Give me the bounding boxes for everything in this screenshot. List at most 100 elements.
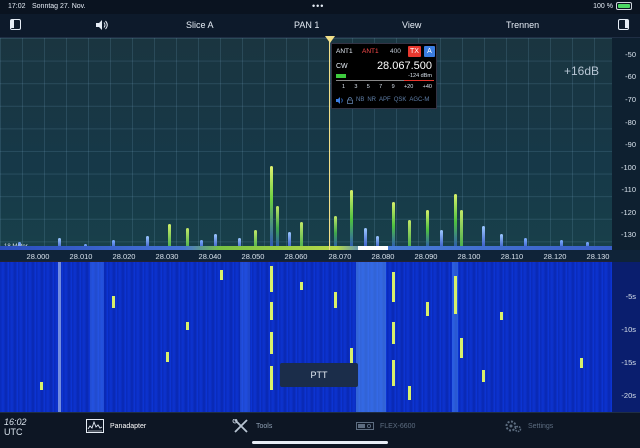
- waterfall-dash: [270, 302, 273, 320]
- flag-qsk[interactable]: QSK: [394, 97, 407, 104]
- db-tick: -60: [625, 72, 636, 81]
- waterfall-dash: [270, 266, 273, 292]
- db-tick: -80: [625, 118, 636, 127]
- freq-tick: 28.060: [284, 252, 308, 261]
- time-tick: -10s: [621, 325, 636, 334]
- tab-panadapter[interactable]: Panadapter: [86, 419, 146, 433]
- slice-letter-badge[interactable]: A: [424, 46, 435, 57]
- freq-tick: 28.100: [457, 252, 481, 261]
- freq-tick: 28.020: [112, 252, 136, 261]
- status-bar: 17:02 Sonntag 27. Nov. ••• 100 %: [0, 0, 640, 14]
- status-right: 100 %: [593, 2, 632, 10]
- waterfall-dash: [392, 322, 395, 344]
- tab-label: Settings: [528, 422, 554, 430]
- pan-menu[interactable]: PAN 1: [294, 20, 319, 30]
- ptt-button[interactable]: PTT: [280, 363, 358, 387]
- panadapter-spectrum[interactable]: [0, 38, 612, 250]
- waterfall-dash: [392, 360, 395, 386]
- peak: [460, 210, 463, 250]
- tuning-line[interactable]: [329, 38, 330, 250]
- tab-settings[interactable]: Settings: [504, 419, 553, 433]
- rx-antenna[interactable]: ANT1: [336, 48, 353, 55]
- frequency-display[interactable]: 28.067.500: [377, 60, 432, 72]
- db-tick: -130: [620, 230, 636, 239]
- slice-flag[interactable]: ANT1 ANT1 400 TX A CW 28.067.500 -124 dB…: [331, 43, 437, 109]
- time-axis: -5s -10s -15s -20s: [612, 262, 640, 412]
- speaker-icon[interactable]: [336, 97, 344, 104]
- home-indicator[interactable]: [252, 441, 388, 444]
- waterfall-dash: [166, 352, 169, 362]
- freq-tick: 28.080: [371, 252, 395, 261]
- waterfall-streak: [356, 262, 386, 412]
- waterfall-dash: [270, 366, 273, 390]
- tx-antenna[interactable]: ANT1: [362, 48, 379, 55]
- utc-clock: 16:02 UTC: [4, 417, 27, 437]
- waterfall-dash: [426, 302, 429, 316]
- view-menu[interactable]: View: [402, 20, 421, 30]
- peak: [454, 194, 457, 250]
- tuning-marker[interactable]: [325, 36, 335, 43]
- peak: [276, 206, 279, 250]
- peak: [392, 202, 395, 250]
- s-meter-tick: 7: [379, 84, 383, 90]
- s-meter-tick: 5: [366, 84, 370, 90]
- s-meter-tick: 1: [342, 84, 346, 90]
- tx-badge[interactable]: TX: [408, 46, 421, 57]
- sidebar-left-icon[interactable]: [10, 19, 21, 30]
- gear-icon: [505, 420, 522, 433]
- db-tick: -90: [625, 140, 636, 149]
- time-tick: -15s: [621, 358, 636, 367]
- flag-nb[interactable]: NB: [356, 97, 364, 104]
- waterfall-dash: [334, 292, 337, 308]
- waterfall-streak: [58, 262, 61, 412]
- peak: [350, 190, 353, 250]
- s-meter-bar: [336, 80, 434, 81]
- utc-label: UTC: [4, 427, 23, 437]
- radio-icon: [356, 422, 374, 430]
- s-meter-tick: +20: [403, 84, 414, 90]
- waterfall-dash: [300, 282, 303, 290]
- freq-tick: 28.010: [69, 252, 93, 261]
- waterfall-dash: [460, 338, 463, 358]
- waterfall-dash: [220, 270, 223, 280]
- waterfall[interactable]: [0, 262, 612, 412]
- frequency-axis[interactable]: 28.000 28.010 28.020 28.030 28.040 28.05…: [0, 250, 612, 262]
- lock-icon[interactable]: [347, 97, 353, 104]
- time-tick: -20s: [621, 391, 636, 400]
- waterfall-streak: [90, 262, 104, 412]
- frequency-axis-corner: [612, 250, 640, 262]
- db-tick: -100: [620, 163, 636, 172]
- freq-tick: 28.120: [543, 252, 567, 261]
- tab-label: Tools: [256, 422, 273, 430]
- peak: [426, 210, 429, 250]
- freq-tick: 28.040: [198, 252, 222, 261]
- filter-width[interactable]: 400: [390, 48, 401, 55]
- flag-nr[interactable]: NR: [367, 97, 376, 104]
- battery-icon: [616, 2, 632, 10]
- db-tick: -110: [621, 185, 636, 194]
- waterfall-dash: [40, 382, 43, 390]
- db-axis[interactable]: -50 -60 -70 -80 -90 -100 -110 -120 -130: [612, 38, 640, 250]
- disconnect-button[interactable]: Trennen: [506, 20, 539, 30]
- waterfall-dash: [392, 272, 395, 302]
- tab-tools[interactable]: Tools: [232, 419, 272, 433]
- tab-flex-6600[interactable]: FLEX-6600: [356, 419, 415, 433]
- flag-apf[interactable]: APF: [379, 97, 391, 104]
- time-tick: -5s: [625, 292, 636, 301]
- freq-tick: 28.110: [500, 252, 524, 261]
- peak: [270, 166, 273, 250]
- waterfall-dash: [454, 276, 457, 314]
- slice-menu[interactable]: Slice A: [186, 20, 214, 30]
- freq-tick: 28.000: [26, 252, 50, 261]
- volume-button[interactable]: [96, 20, 108, 32]
- db-tick: -50: [625, 50, 636, 59]
- tab-label: Panadapter: [110, 422, 147, 430]
- waterfall-dash: [186, 322, 189, 330]
- sidebar-right-icon[interactable]: [618, 19, 629, 30]
- flag-agc[interactable]: AGC-M: [409, 97, 429, 104]
- speaker-icon: [96, 20, 108, 30]
- mode-label[interactable]: CW: [336, 63, 348, 70]
- utc-time: 16:02: [4, 417, 27, 427]
- peak: [334, 216, 337, 250]
- multitasking-dots[interactable]: •••: [312, 1, 324, 11]
